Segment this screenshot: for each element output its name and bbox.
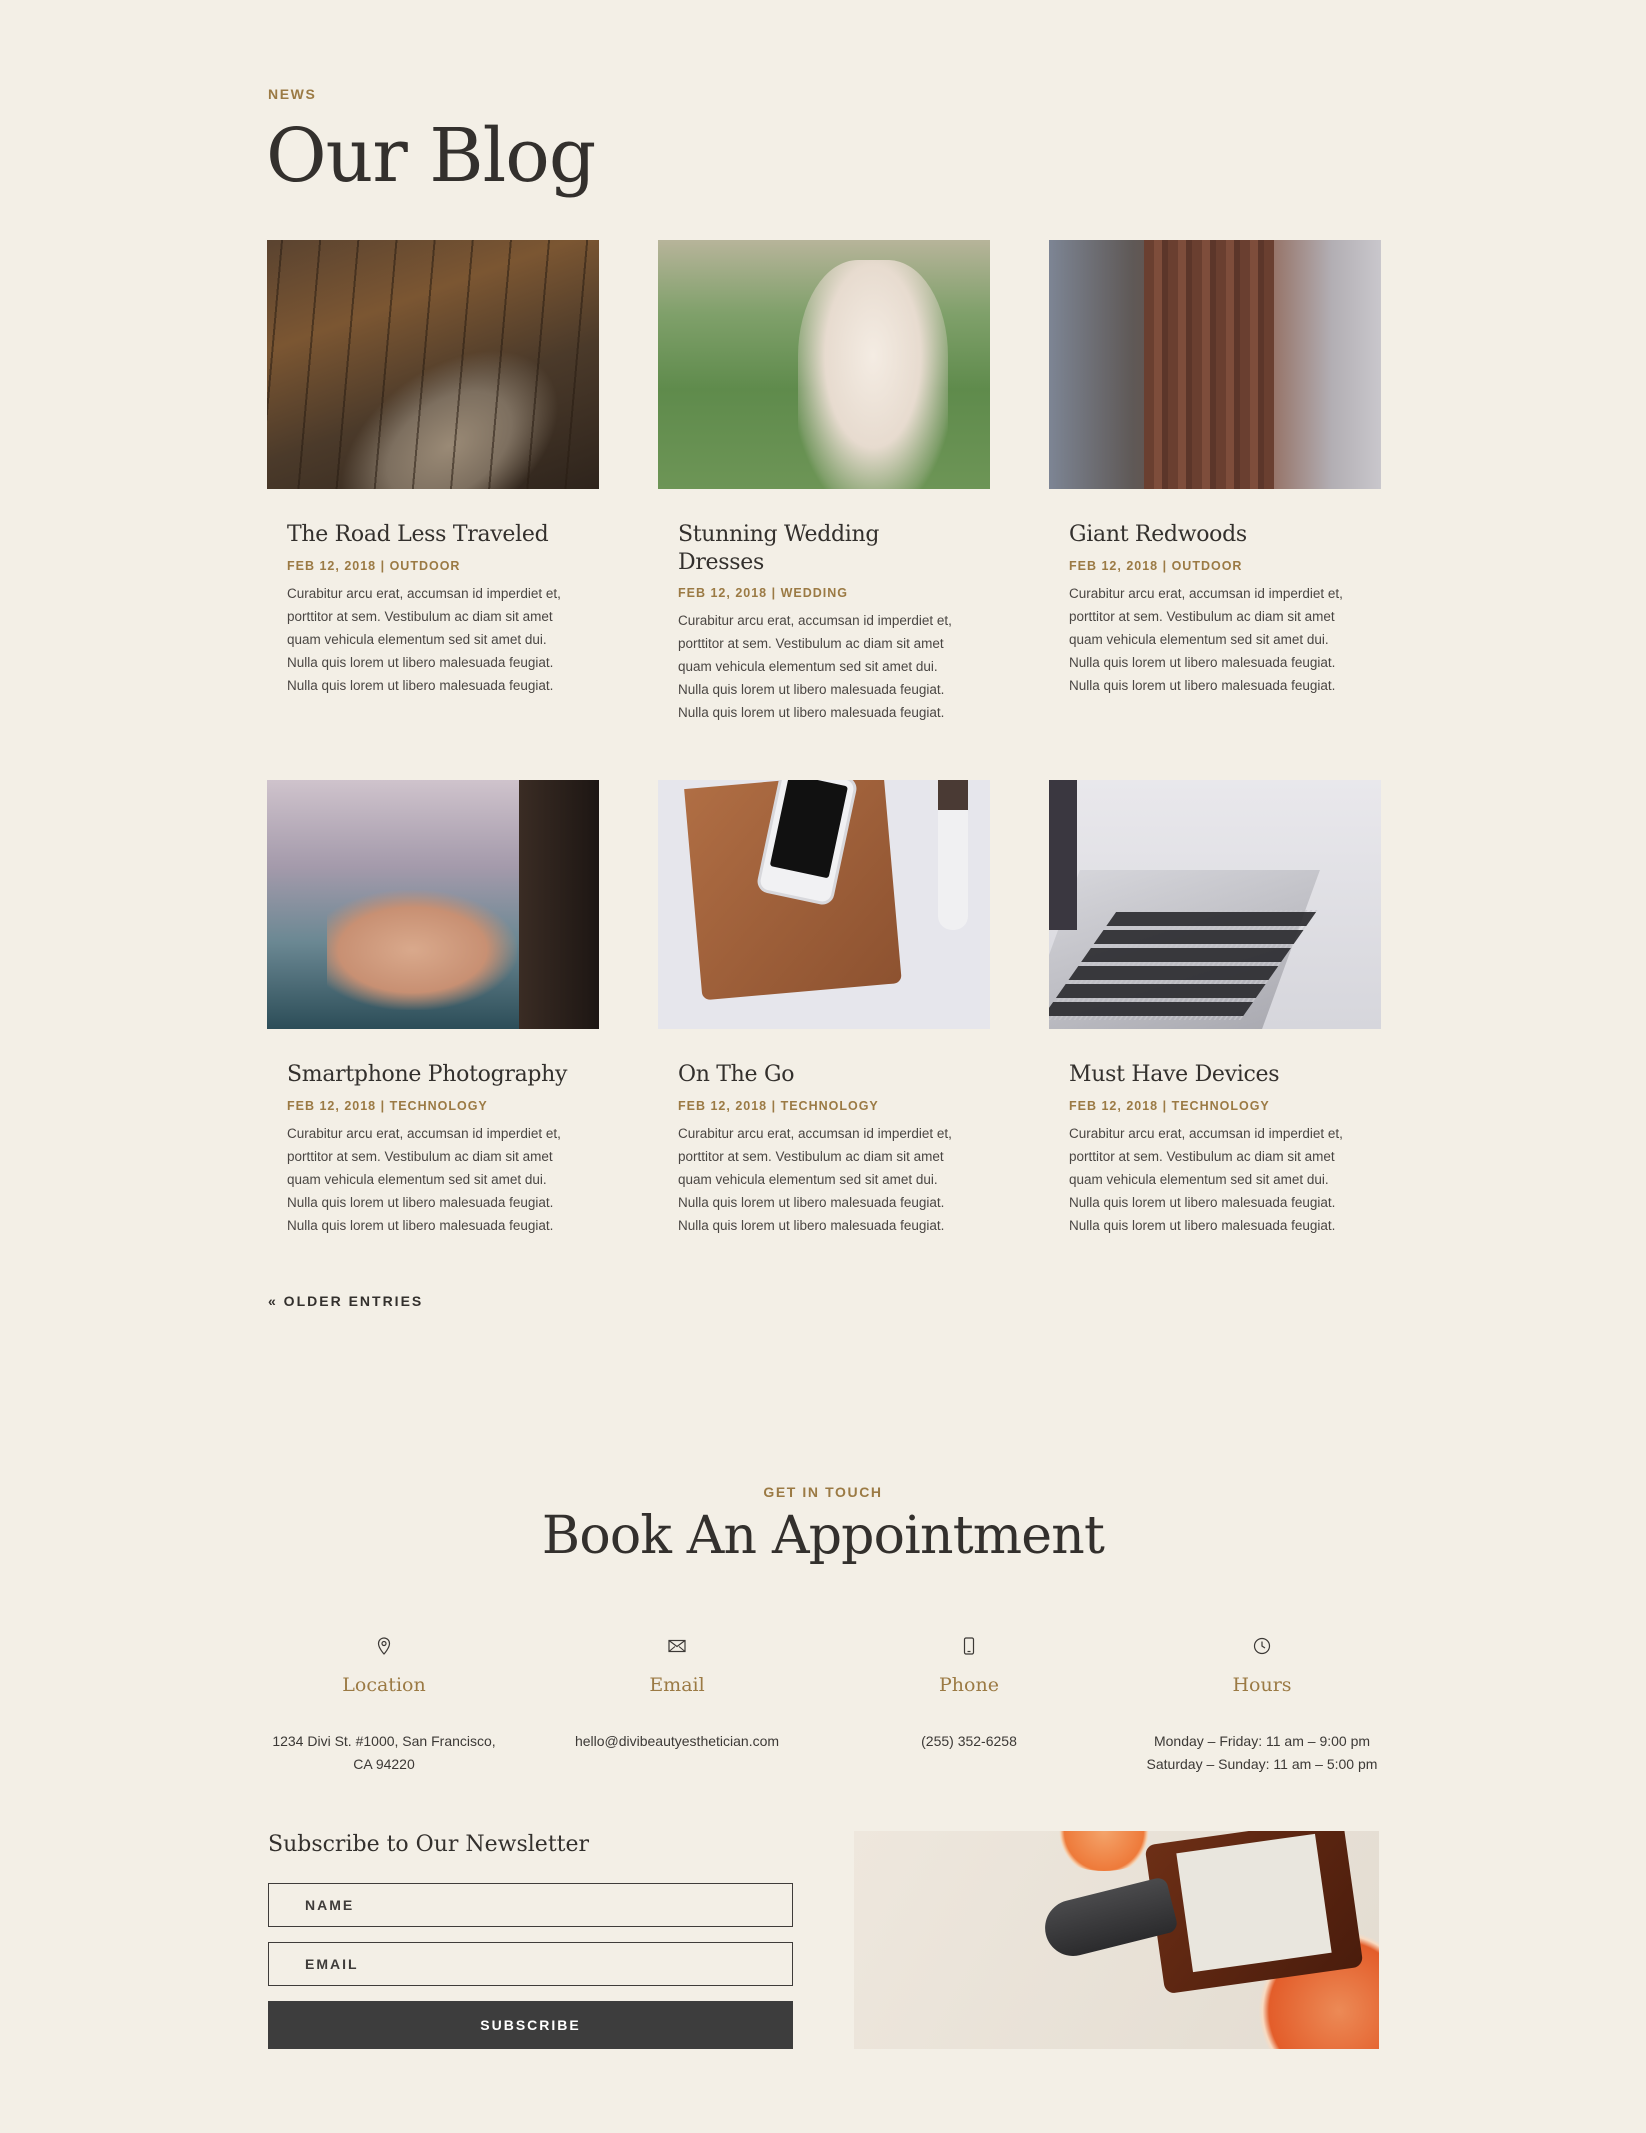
post-excerpt: Curabitur arcu erat, accumsan id imperdi… [1069, 585, 1343, 693]
serum-bottle-image [854, 1831, 1379, 2049]
email-field[interactable] [268, 1942, 793, 1986]
post-meta[interactable]: FEB 12, 2018 | OUTDOOR [1069, 559, 1361, 573]
location-pin-icon [254, 1636, 514, 1656]
location-text: 1234 Divi St. #1000, San Francisco, CA 9… [254, 1730, 514, 1776]
hours-weekday: Monday – Friday: 11 am – 9:00 pm [1153, 1733, 1371, 1749]
envelope-icon [547, 1636, 807, 1656]
location-line-2: CA 94220 [353, 1756, 415, 1772]
blog-card: Giant Redwoods FEB 12, 2018 | OUTDOOR Cu… [1049, 240, 1381, 697]
newsletter-title: Subscribe to Our Newsletter [268, 1832, 590, 1857]
post-image-on-the-go[interactable] [658, 780, 990, 1029]
post-meta[interactable]: FEB 12, 2018 | TECHNOLOGY [678, 1099, 970, 1113]
blog-eyebrow: NEWS [268, 86, 317, 102]
post-meta[interactable]: FEB 12, 2018 | TECHNOLOGY [1069, 1099, 1361, 1113]
hours-text: Monday – Friday: 11 am – 9:00 pm Saturda… [1132, 1730, 1392, 1776]
hours-weekend: Saturday – Sunday: 11 am – 5:00 pm [1146, 1756, 1378, 1772]
phone-label: Phone [939, 1674, 999, 1696]
blog-card: Stunning Wedding Dresses FEB 12, 2018 | … [658, 240, 990, 724]
location-block: Location 1234 Divi St. #1000, San Franci… [254, 1636, 514, 1776]
phone-text[interactable]: (255) 352-6258 [839, 1730, 1099, 1753]
blog-card: Smartphone Photography FEB 12, 2018 | TE… [267, 780, 599, 1237]
post-image-road[interactable] [267, 240, 599, 489]
post-excerpt: Curabitur arcu erat, accumsan id imperdi… [1069, 1125, 1343, 1233]
post-image-wedding[interactable] [658, 240, 990, 489]
subscribe-button[interactable]: SUBSCRIBE [268, 2001, 793, 2049]
location-line-1: 1234 Divi St. #1000, San Francisco, [272, 1733, 496, 1749]
blog-card: On The Go FEB 12, 2018 | TECHNOLOGY Cura… [658, 780, 990, 1237]
email-text[interactable]: hello@divibeautyesthetician.com [547, 1730, 807, 1753]
post-meta[interactable]: FEB 12, 2018 | TECHNOLOGY [287, 1099, 579, 1113]
blog-title: Our Blog [266, 113, 596, 199]
contact-title: Book An Appointment [541, 1506, 1105, 1566]
post-image-redwoods[interactable] [1049, 240, 1381, 489]
post-image-smartphone[interactable] [267, 780, 599, 1029]
post-excerpt: Curabitur arcu erat, accumsan id imperdi… [678, 1125, 952, 1233]
post-meta[interactable]: FEB 12, 2018 | OUTDOOR [287, 559, 579, 573]
name-field[interactable] [268, 1883, 793, 1927]
phone-block: Phone (255) 352-6258 [839, 1636, 1099, 1753]
email-block: Email hello@divibeautyesthetician.com [547, 1636, 807, 1753]
blog-card: Must Have Devices FEB 12, 2018 | TECHNOL… [1049, 780, 1381, 1237]
post-excerpt: Curabitur arcu erat, accumsan id imperdi… [287, 585, 561, 693]
clock-icon [1132, 1636, 1392, 1656]
post-title[interactable]: Stunning Wedding Dresses [678, 521, 970, 576]
post-excerpt: Curabitur arcu erat, accumsan id imperdi… [678, 613, 952, 720]
blog-card: The Road Less Traveled FEB 12, 2018 | OU… [267, 240, 599, 697]
email-label: Email [649, 1674, 705, 1696]
mobile-phone-icon [839, 1636, 1099, 1656]
post-title[interactable]: On The Go [678, 1061, 970, 1089]
post-meta[interactable]: FEB 12, 2018 | WEDDING [678, 586, 970, 600]
post-excerpt: Curabitur arcu erat, accumsan id imperdi… [287, 1125, 561, 1233]
location-label: Location [342, 1674, 426, 1696]
post-title[interactable]: Must Have Devices [1069, 1061, 1361, 1089]
post-image-devices[interactable] [1049, 780, 1381, 1029]
contact-eyebrow: GET IN TOUCH [763, 1484, 883, 1500]
hours-block: Hours Monday – Friday: 11 am – 9:00 pm S… [1132, 1636, 1392, 1776]
post-title[interactable]: Smartphone Photography [287, 1061, 579, 1089]
phone-number[interactable]: (255) 352-6258 [921, 1733, 1017, 1749]
hours-label: Hours [1232, 1674, 1292, 1696]
post-title[interactable]: The Road Less Traveled [287, 521, 579, 549]
email-address[interactable]: hello@divibeautyesthetician.com [575, 1733, 779, 1749]
older-entries-link[interactable]: « OLDER ENTRIES [268, 1293, 423, 1309]
post-title[interactable]: Giant Redwoods [1069, 521, 1361, 549]
